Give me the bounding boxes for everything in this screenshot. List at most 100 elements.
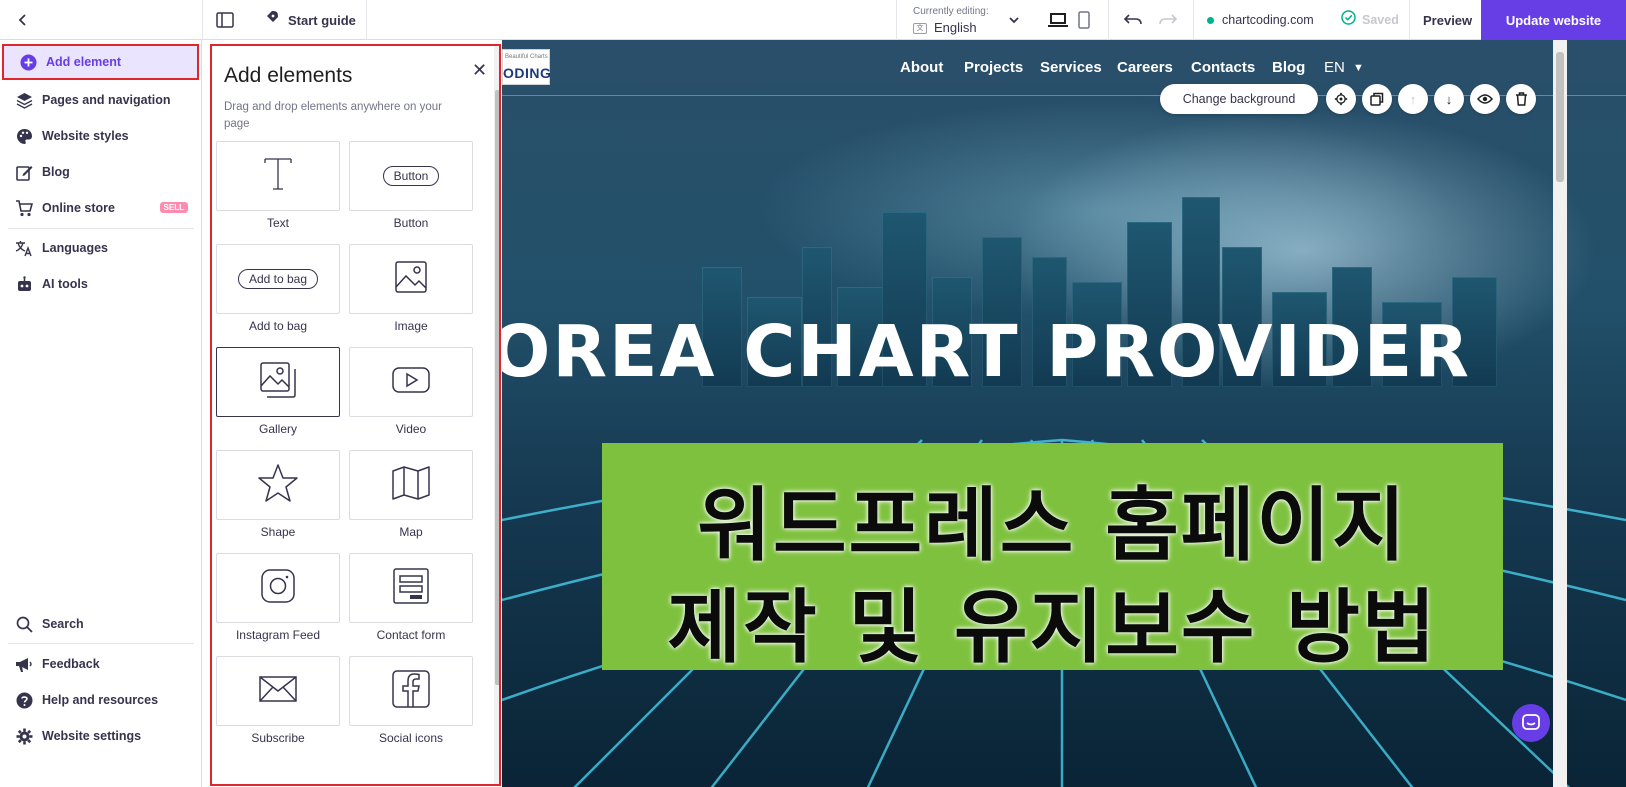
sidebar-item-add-element[interactable]: Add element	[2, 44, 199, 80]
move-down-icon[interactable]: ↓	[1434, 84, 1464, 114]
banner-box: 워드프레스 홈페이지 제작 및 유지보수 방법	[602, 443, 1503, 674]
divider	[8, 643, 194, 644]
website-canvas[interactable]: Beautiful Charts ODING About Projects Se…	[502, 40, 1626, 787]
nav-link-blog[interactable]: Blog	[1272, 59, 1305, 76]
element-tile-image[interactable]	[349, 244, 473, 314]
element-tile-subscribe[interactable]	[216, 656, 340, 726]
element-tile-label: Add to bag	[248, 319, 308, 333]
hero-title[interactable]: OREA CHART PROVIDER	[502, 310, 1626, 393]
undo-icon[interactable]	[1124, 0, 1142, 40]
panel-scrollbar-thumb[interactable]	[495, 90, 499, 685]
element-tile-label: Text	[266, 216, 289, 230]
element-tile-text[interactable]	[216, 141, 340, 211]
element-tile-social-icons[interactable]	[349, 656, 473, 726]
canvas-scrollbar-thumb[interactable]	[1556, 52, 1564, 182]
move-up-icon[interactable]: ↑	[1398, 84, 1428, 114]
duplicate-icon[interactable]	[1362, 84, 1392, 114]
logo-tagline: Beautiful Charts	[505, 54, 548, 60]
add-elements-panel: Add elements ✕ Drag and drop elements an…	[210, 44, 501, 786]
toggle-sidebar-icon[interactable]	[216, 0, 234, 40]
element-tile-gallery[interactable]	[216, 347, 340, 417]
saved-label: Saved	[1362, 13, 1399, 27]
change-background-button[interactable]: Change background	[1160, 84, 1318, 114]
close-icon[interactable]: ✕	[472, 60, 487, 81]
desktop-view-icon[interactable]	[1047, 0, 1069, 40]
nav-link-contacts[interactable]: Contacts	[1191, 59, 1255, 76]
video-icon	[391, 366, 431, 399]
text-icon	[263, 157, 293, 196]
back-arrow-icon[interactable]	[12, 9, 34, 31]
start-guide-label: Start guide	[288, 12, 356, 28]
divider	[8, 228, 194, 229]
sidebar-item-label: Search	[42, 617, 84, 631]
site-logo[interactable]: Beautiful Charts ODING	[502, 49, 552, 85]
panel-subtitle: Drag and drop elements anywhere on your …	[224, 101, 442, 130]
language-selector[interactable]: Currently editing: 文 English	[913, 0, 989, 40]
divider	[202, 0, 203, 40]
sidebar-item-help-and-resources[interactable]: Help and resources	[0, 682, 202, 718]
domain-link[interactable]: chartcoding.com	[1207, 0, 1314, 40]
logo-text: ODING	[503, 65, 552, 81]
gear-icon[interactable]	[1326, 84, 1356, 114]
element-tile-shape[interactable]	[216, 450, 340, 520]
element-tile-instagram-feed[interactable]	[216, 553, 340, 623]
nav-link-services[interactable]: Services	[1040, 59, 1102, 76]
element-tile-add-to-bag[interactable]: Add to bag	[216, 244, 340, 314]
contact-form-icon	[392, 567, 430, 610]
gear-icon	[15, 727, 33, 745]
element-tile-video[interactable]	[349, 347, 473, 417]
sidebar-item-label: Blog	[42, 165, 70, 179]
language-value: English	[934, 19, 977, 35]
sidebar-item-pages-and-navigation[interactable]: Pages and navigation	[0, 82, 202, 118]
sidebar-item-languages[interactable]: Languages	[0, 230, 202, 266]
image-icon	[394, 260, 428, 299]
banner-line-1: 워드프레스 홈페이지	[697, 479, 1408, 572]
sidebar-item-ai-tools[interactable]: AI tools	[0, 266, 202, 302]
facebook-icon	[391, 669, 431, 714]
gallery-icon	[259, 361, 297, 404]
sidebar-item-website-styles[interactable]: Website styles	[0, 118, 202, 154]
update-website-button[interactable]: Update website	[1481, 0, 1626, 40]
nav-language-selector[interactable]: EN	[1324, 59, 1345, 76]
translate-icon	[15, 239, 33, 257]
nav-link-projects[interactable]: Projects	[964, 59, 1023, 76]
trash-icon[interactable]	[1506, 84, 1536, 114]
sidebar-item-blog[interactable]: Blog	[0, 154, 202, 190]
map-icon	[391, 465, 431, 506]
sidebar-item-label: Pages and navigation	[42, 93, 171, 107]
banner-line-2: 제작 및 유지보수 방법	[667, 581, 1438, 674]
element-tile-contact-form[interactable]	[349, 553, 473, 623]
chevron-down-icon[interactable]	[1008, 0, 1020, 40]
element-tile-label: Subscribe	[251, 731, 305, 745]
sidebar-item-online-store[interactable]: Online store SELL	[0, 190, 202, 226]
element-tile-label: Map	[399, 525, 423, 539]
saved-status: Saved	[1341, 0, 1399, 40]
panel-title: Add elements	[224, 64, 353, 87]
search-icon	[15, 615, 33, 633]
button-icon: Button	[382, 166, 440, 186]
sidebar-item-label: AI tools	[42, 277, 88, 291]
sidebar-item-label: Online store	[42, 201, 115, 215]
mobile-view-icon[interactable]	[1078, 0, 1090, 40]
sidebar-item-search[interactable]: Search	[0, 606, 202, 642]
chat-bubble-icon[interactable]	[1512, 704, 1550, 742]
start-guide-button[interactable]: Start guide	[262, 0, 356, 40]
element-tile-button[interactable]: Button	[349, 141, 473, 211]
sidebar-item-website-settings[interactable]: Website settings	[0, 718, 202, 754]
chevron-down-icon[interactable]: ▼	[1353, 62, 1364, 74]
layers-icon	[15, 91, 33, 109]
divider	[1193, 0, 1194, 40]
divider	[366, 0, 367, 40]
eye-icon[interactable]	[1470, 84, 1500, 114]
redo-icon[interactable]	[1159, 0, 1177, 40]
nav-link-about[interactable]: About	[900, 59, 943, 76]
rocket-icon	[262, 9, 280, 32]
envelope-icon	[258, 675, 298, 708]
preview-button[interactable]: Preview	[1423, 0, 1472, 40]
nav-link-careers[interactable]: Careers	[1117, 59, 1173, 76]
element-tile-label: Social icons	[378, 731, 444, 745]
sidebar-item-label: Help and resources	[42, 693, 159, 707]
divider	[1409, 0, 1410, 40]
sidebar-item-feedback[interactable]: Feedback	[0, 646, 202, 682]
element-tile-map[interactable]	[349, 450, 473, 520]
